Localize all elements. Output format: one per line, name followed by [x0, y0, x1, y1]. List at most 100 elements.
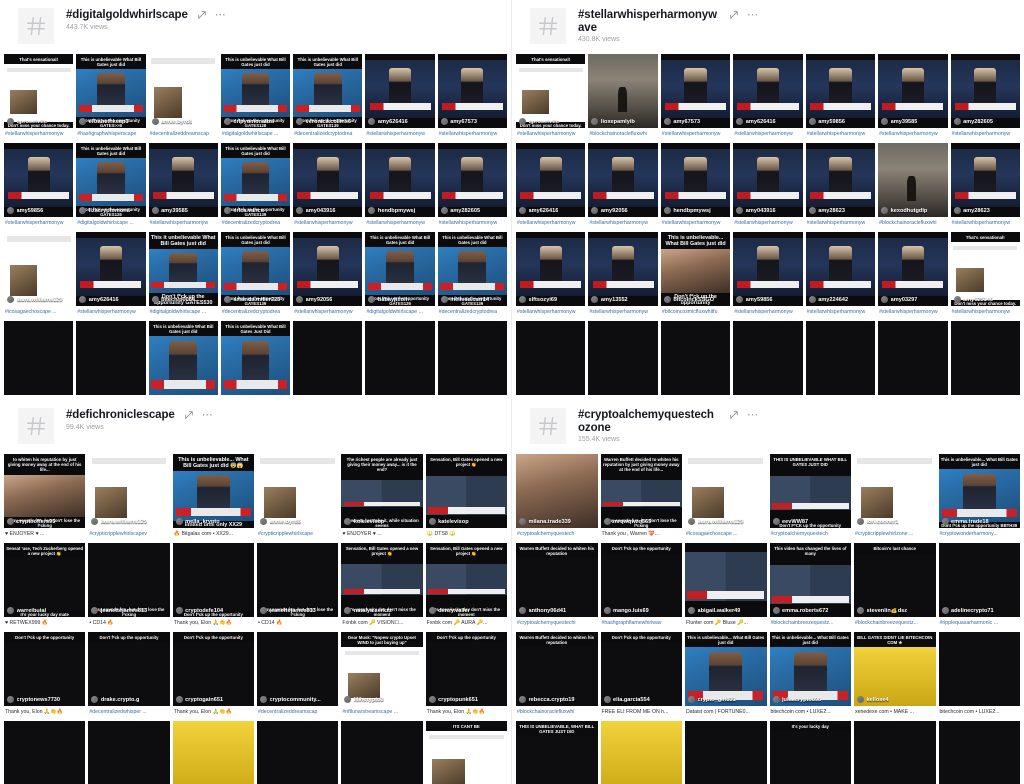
video-cell[interactable]: amy59856 #stellarwhisperharmonyw	[733, 232, 803, 319]
video-cell[interactable]	[293, 321, 363, 400]
video-author[interactable]: erica.vance	[221, 205, 290, 217]
video-author[interactable]: laura.williams129	[685, 516, 767, 528]
video-cell[interactable]: Sensation, Bill Gates opened a new proje…	[341, 543, 423, 630]
video-cell[interactable]: This is unbelievable... What Bill Gates …	[660, 232, 731, 319]
video-thumbnail[interactable]: That's sensational! Don't miss your chanc…	[4, 54, 74, 128]
video-author[interactable]: anthony06d41	[516, 605, 598, 617]
video-thumbnail[interactable]: adelinecrypto71	[938, 543, 1021, 617]
video-caption[interactable]: #decentralizedcryptodrea	[221, 306, 290, 319]
video-thumbnail[interactable]	[685, 721, 767, 784]
video-thumbnail[interactable]: amy043916	[293, 143, 363, 217]
video-cell[interactable]: Don't f*ck up the opportunity cryptonews7…	[4, 632, 86, 719]
video-cell[interactable]: ITS CANT BE	[425, 721, 507, 784]
video-cell[interactable]: THIS IS UNBELIEVABLE WHAT BILL GATES JUS…	[769, 454, 852, 541]
video-thumbnail[interactable]: Don't f*ck up the opportunity mango.luis6…	[600, 543, 682, 617]
video-caption[interactable]: #hashgraphflamewhirlwav	[601, 617, 683, 630]
video-caption[interactable]: #icosagaechoscape ...	[685, 528, 767, 541]
video-cell[interactable]	[950, 321, 1020, 400]
video-caption[interactable]: #stellarwhisperharmonyw	[806, 306, 875, 319]
video-caption[interactable]: ♥ RETWEX999 🔥	[4, 617, 85, 630]
video-caption[interactable]: #blockchainoraclefluxwhi	[588, 128, 657, 141]
video-caption[interactable]: #stellarwhisperharmonyw	[733, 217, 802, 230]
video-author[interactable]: katelevisop	[426, 516, 507, 528]
video-caption[interactable]: #stellarwhisperharmonyw	[516, 217, 585, 230]
video-author[interactable]: amy28623	[806, 205, 875, 217]
video-author[interactable]: rebecca.crypto19	[516, 694, 598, 706]
video-caption[interactable]: #decentralizeddreamscap	[149, 128, 218, 141]
video-caption[interactable]: #stellarwhisperharmonyw	[733, 128, 802, 141]
video-thumbnail[interactable]: This is unbelievable What Bill Gates jus…	[76, 54, 146, 128]
video-caption[interactable]: Flunter com 🔑 Bluse 🔑...	[685, 617, 767, 630]
video-cell[interactable]	[4, 321, 74, 400]
video-thumbnail[interactable]: This is unbelievable... What Bill Gates …	[769, 632, 851, 706]
video-cell[interactable]: amy28623 #stellarwhisperharmonyw	[805, 143, 876, 230]
video-caption[interactable]: #stellarwhisperharmonyw	[365, 217, 434, 230]
video-thumbnail[interactable]: That's sensational! Don't miss your chanc…	[950, 232, 1020, 306]
video-thumbnail[interactable]: This is unbelievable What Bill Gates jus…	[220, 143, 291, 217]
video-author[interactable]: amy626416	[76, 294, 145, 306]
video-cell[interactable]: This is unbelievable... What Bill Gates …	[172, 454, 254, 541]
video-thumbnail[interactable]	[257, 721, 339, 784]
video-thumbnail[interactable]: Don't f*ck up the opportunity cryptodefe1…	[172, 543, 254, 617]
video-caption[interactable]: #crypticripplewhirlscape	[257, 528, 338, 541]
video-thumbnail[interactable]: BILL GATES DIDNT LIE BITECHCOIN COM ★ kel…	[854, 632, 936, 706]
video-author[interactable]: amy28623	[951, 205, 1020, 217]
video-caption[interactable]: #stellarwhisperharmonyw	[438, 128, 507, 141]
video-thumbnail[interactable]	[88, 721, 170, 784]
video-caption[interactable]: #icosagaechoscape ...	[4, 306, 73, 319]
right-column[interactable]: #stellarwhisperharmonywave ⋯ 430.8K views T…	[512, 0, 1024, 784]
video-caption[interactable]: #stellarwhisperharmonyw	[293, 306, 362, 319]
video-author[interactable]: amy03297	[878, 294, 947, 306]
video-caption[interactable]: #digitalgoldwhirlscape ...	[365, 306, 434, 319]
more-options-icon[interactable]: ⋯	[747, 10, 759, 21]
video-caption[interactable]: #stellarwhisperharmonyw	[733, 306, 802, 319]
video-caption[interactable]: #blockchainbreezequestz...	[854, 617, 936, 630]
video-caption[interactable]: #stellarwhisperharmonyw	[4, 128, 73, 141]
video-cell[interactable]: hendbpmywsj #stellarwhisperharmonyw	[365, 143, 435, 230]
video-cell[interactable]: The richest people are already just givi…	[341, 454, 423, 541]
video-author[interactable]: eevWW87	[770, 516, 852, 528]
video-thumbnail[interactable]: laura.williams129	[88, 454, 170, 528]
video-cell[interactable]: hendbpmywsj #stellarwhisperharmonyw	[660, 143, 731, 230]
video-author[interactable]: adelinecrypto71	[939, 605, 1021, 617]
video-caption[interactable]: ♥ ENJOYER ♥ ...	[4, 528, 85, 541]
video-cell[interactable]	[685, 721, 767, 784]
video-author[interactable]: bitcoinckSSGO	[661, 294, 730, 306]
video-cell[interactable]	[516, 321, 586, 400]
hashtag-actions[interactable]: ⋯	[197, 9, 227, 21]
video-author[interactable]: amy282605	[438, 205, 507, 217]
video-author[interactable]: lilihcrypto3	[341, 694, 422, 706]
video-thumbnail[interactable]	[341, 721, 423, 784]
video-thumbnail[interactable]: amy39585	[878, 54, 948, 128]
video-cell[interactable]: That's sensational! Don't miss your chanc…	[950, 232, 1020, 319]
video-thumbnail[interactable]: kexodhutgdlp	[878, 143, 948, 217]
video-author[interactable]: laura.williams129	[88, 516, 169, 528]
video-thumbnail[interactable]: amy282605	[950, 54, 1020, 128]
video-thumbnail[interactable]: Don't f*ck up the opportunity cryptogain6…	[172, 632, 254, 706]
video-cell[interactable]: laura.williams129 #icosagaechoscape ...	[685, 454, 767, 541]
video-cell[interactable]: Don't f*ck up the opportunity cryptogain6…	[172, 632, 254, 719]
video-cell[interactable]: to whiten his reputation by just giving …	[4, 454, 86, 541]
video-cell[interactable]: Don't f*ck up the opportunity drake.crypt…	[88, 632, 170, 719]
video-cell[interactable]: amy59856 #stellarwhisperharmonyw	[805, 54, 876, 141]
video-thumbnail[interactable]: lori.conner1	[854, 454, 936, 528]
video-author[interactable]: cryptogain651	[173, 694, 254, 706]
video-cell[interactable]: That's sensational! Don't miss your chanc…	[516, 54, 586, 141]
video-caption[interactable]: #stellarwhisperharmonyw	[951, 128, 1020, 141]
video-thumbnail[interactable]	[660, 321, 731, 395]
more-options-icon[interactable]: ⋯	[747, 410, 759, 421]
video-author[interactable]: natalya.serkzz	[341, 605, 422, 617]
video-author[interactable]: amy626416	[365, 116, 434, 128]
video-thumbnail[interactable]: amy13552	[588, 232, 658, 306]
video-thumbnail[interactable]: amy39585	[148, 143, 218, 217]
video-cell[interactable]: This is unbelievable What Bill Gates jus…	[437, 232, 507, 319]
video-author[interactable]: abigail.walker49	[685, 605, 767, 617]
video-caption[interactable]: #cryptowonderharmony...	[939, 528, 1021, 541]
video-cell[interactable]: This video has changed the lives of many…	[769, 543, 851, 630]
video-cell[interactable]: Sensation, Bill Gates opened a new proje…	[425, 543, 507, 630]
video-thumbnail[interactable]: This is unbelievable... What Bill Gates …	[938, 454, 1020, 528]
video-thumbnail[interactable]: Dear Musk: "Nopew crypto Upset WIND to j…	[341, 632, 423, 706]
video-caption[interactable]: bitechcoin com • LUXE2...	[939, 706, 1021, 719]
video-thumbnail[interactable]: Don't f*ck up the opportunity elia.garcia…	[600, 632, 682, 706]
video-thumbnail[interactable]: amy626416	[365, 54, 435, 128]
